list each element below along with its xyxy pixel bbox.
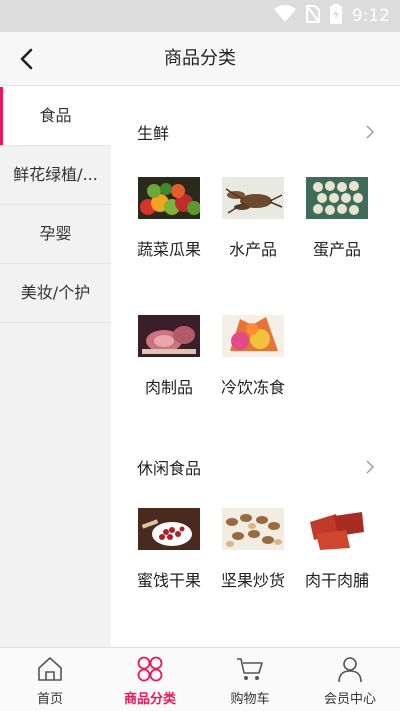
product-label: 蔬菜瓜果: [136, 240, 201, 259]
cart-icon: [235, 654, 265, 684]
chevron-left-icon: [20, 48, 33, 70]
section-header-snacks[interactable]: 休闲食品: [137, 452, 377, 482]
product-frozen-food[interactable]: 冷饮冻食: [211, 315, 295, 398]
sidebar-item-food[interactable]: 食品: [0, 87, 111, 146]
tab-home[interactable]: 首页: [0, 648, 100, 711]
user-icon: [335, 654, 365, 684]
status-icons: 9:12: [273, 0, 390, 32]
page-title: 商品分类: [164, 48, 236, 69]
eggs-image: [306, 177, 368, 219]
app-bar: 商品分类: [0, 32, 400, 86]
tab-member[interactable]: 会员中心: [300, 648, 400, 711]
dried-fruit-image: [138, 508, 200, 550]
product-label: 肉制品: [144, 378, 193, 397]
product-meat[interactable]: 肉制品: [127, 315, 211, 398]
product-eggs[interactable]: 蛋产品: [295, 177, 379, 260]
tab-label: 会员中心: [323, 692, 376, 707]
status-time: 9:12: [351, 6, 390, 26]
wifi-icon: [273, 5, 296, 27]
bottom-tab-bar: 首页 商品分类 购物车 会员中心: [0, 647, 400, 711]
category-content: 生鲜 蔬菜瓜果 水产品 蛋产品 肉制品 冷饮冻食 休闲食品 蜜饯干果 坚果炒货 …: [111, 87, 400, 647]
battery-charging-icon: [329, 4, 342, 28]
tab-label: 首页: [36, 692, 63, 707]
nuts-image: [222, 508, 284, 550]
section-header-fresh[interactable]: 生鲜: [137, 117, 377, 147]
back-button[interactable]: [12, 45, 40, 73]
status-bar: 9:12: [0, 0, 400, 32]
product-seafood[interactable]: 水产品: [211, 177, 295, 260]
product-vegetables[interactable]: 蔬菜瓜果: [127, 177, 211, 260]
home-icon: [35, 654, 65, 684]
product-label: 肉干肉脯: [304, 571, 369, 590]
category-icon: [135, 654, 165, 684]
product-nuts[interactable]: 坚果炒货: [211, 508, 295, 591]
tab-label: 购物车: [230, 692, 270, 707]
sidebar-item-beauty[interactable]: 美妆/个护: [0, 264, 111, 323]
section-title: 生鲜: [137, 124, 170, 143]
product-label: 水产品: [228, 240, 277, 259]
tab-label: 商品分类: [123, 692, 176, 707]
section-title: 休闲食品: [137, 459, 202, 478]
product-jerky[interactable]: 肉干肉脯: [295, 508, 379, 591]
product-label: 蜜饯干果: [136, 571, 201, 590]
meat-image: [138, 315, 200, 357]
crayfish-image: [222, 177, 284, 219]
product-dried-fruit[interactable]: 蜜饯干果: [127, 508, 211, 591]
tab-category[interactable]: 商品分类: [100, 648, 200, 711]
product-label: 蛋产品: [312, 240, 361, 259]
product-label: 坚果炒货: [220, 571, 285, 590]
chevron-right-icon: [366, 460, 374, 474]
jerky-image: [306, 508, 368, 550]
chevron-right-icon: [366, 125, 374, 139]
sidebar-item-flowers-plants[interactable]: 鲜花绿植/...: [0, 146, 111, 205]
frozen-food-image: [222, 315, 284, 357]
vegetables-image: [138, 177, 200, 219]
tab-cart[interactable]: 购物车: [200, 648, 300, 711]
sidebar-item-maternity[interactable]: 孕婴: [0, 205, 111, 264]
no-sim-icon: [305, 4, 321, 27]
category-sidebar: 食品 鲜花绿植/... 孕婴 美妆/个护: [0, 87, 111, 647]
product-label: 冷饮冻食: [220, 378, 285, 397]
